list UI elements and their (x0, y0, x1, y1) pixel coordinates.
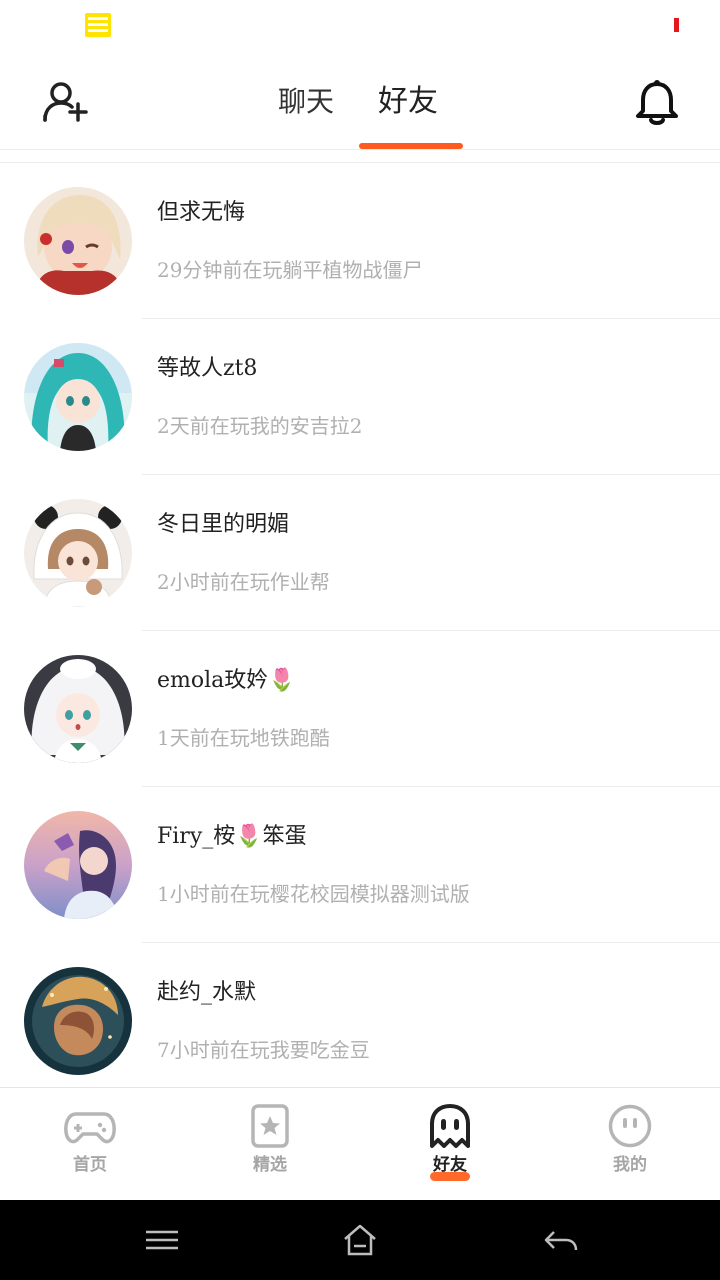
gamepad-icon (64, 1112, 116, 1144)
friend-status: 2天前在玩我的安吉拉2 (157, 414, 363, 438)
friend-status: 1天前在玩地铁跑酷 (157, 726, 330, 750)
home-icon[interactable] (340, 1220, 380, 1260)
bell-icon (636, 80, 678, 125)
friend-list-item[interactable]: 等故人zt8 2天前在玩我的安吉拉2 (0, 319, 720, 475)
nav-label: 精选 (253, 1155, 287, 1175)
back-icon[interactable] (540, 1220, 580, 1260)
friend-status: 2小时前在玩作业帮 (157, 570, 330, 594)
bottom-navigation: 首页 精选 好友 我的 (0, 1087, 720, 1200)
friend-name: Firy_桉🌷笨蛋 (157, 824, 307, 849)
notifications-button[interactable] (632, 78, 682, 128)
avatar[interactable] (24, 967, 132, 1075)
tab-chat[interactable]: 聊天 (278, 82, 338, 126)
friend-list-item[interactable]: emolа玫妗🌷 1天前在玩地铁跑酷 (0, 631, 720, 787)
tab-friends[interactable]: 好友 (378, 82, 442, 126)
avatar[interactable] (24, 811, 132, 919)
add-friend-button[interactable] (40, 80, 88, 126)
friend-list-item[interactable]: 冬日里的明媚 2小时前在玩作业帮 (0, 475, 720, 631)
nav-friends[interactable]: 好友 (360, 1088, 540, 1201)
active-tab-indicator (359, 143, 463, 149)
nav-profile[interactable]: 我的 (540, 1088, 720, 1201)
face-icon (608, 1104, 652, 1148)
avatar[interactable] (24, 187, 132, 295)
add-user-icon (43, 82, 88, 122)
friend-status: 1小时前在玩樱花校园模拟器测试版 (157, 882, 470, 906)
friend-list-item[interactable]: Firy_桉🌷笨蛋 1小时前在玩樱花校园模拟器测试版 (0, 787, 720, 943)
nav-featured[interactable]: 精选 (180, 1088, 360, 1201)
friend-name: 赴约_水默 (157, 980, 257, 1005)
nav-home[interactable]: 首页 (0, 1088, 180, 1201)
friend-name: 等故人zt8 (157, 356, 258, 381)
system-navigation-bar (0, 1200, 720, 1280)
friend-status: 7小时前在玩我要吃金豆 (157, 1038, 370, 1062)
friend-name: emolа玫妗🌷 (157, 668, 296, 693)
avatar[interactable] (24, 655, 132, 763)
friend-name: 但求无悔 (157, 200, 246, 225)
avatar[interactable] (24, 499, 132, 607)
friend-name: 冬日里的明媚 (157, 512, 290, 537)
menu-icon[interactable] (142, 1220, 182, 1260)
notification-app-icon (85, 13, 111, 37)
friend-status: 29分钟前在玩躺平植物战僵尸 (157, 258, 423, 282)
friend-list-item[interactable]: 赴约_水默 7小时前在玩我要吃金豆 (0, 943, 720, 1086)
friend-list[interactable]: 但求无悔 29分钟前在玩躺平植物战僵尸 等故人zt8 2天前在玩我的安吉拉2 冬… (0, 162, 720, 1086)
avatar[interactable] (24, 343, 132, 451)
battery-indicator (674, 18, 679, 32)
friend-list-item[interactable]: 但求无悔 29分钟前在玩躺平植物战僵尸 (0, 163, 720, 319)
nav-label: 我的 (613, 1155, 647, 1175)
star-card-icon (251, 1104, 289, 1148)
status-bar (0, 0, 720, 56)
top-header: 聊天 好友 (0, 56, 720, 150)
nav-label: 首页 (73, 1155, 107, 1175)
nav-label: 好友 (433, 1155, 467, 1175)
ghost-icon (430, 1104, 470, 1148)
